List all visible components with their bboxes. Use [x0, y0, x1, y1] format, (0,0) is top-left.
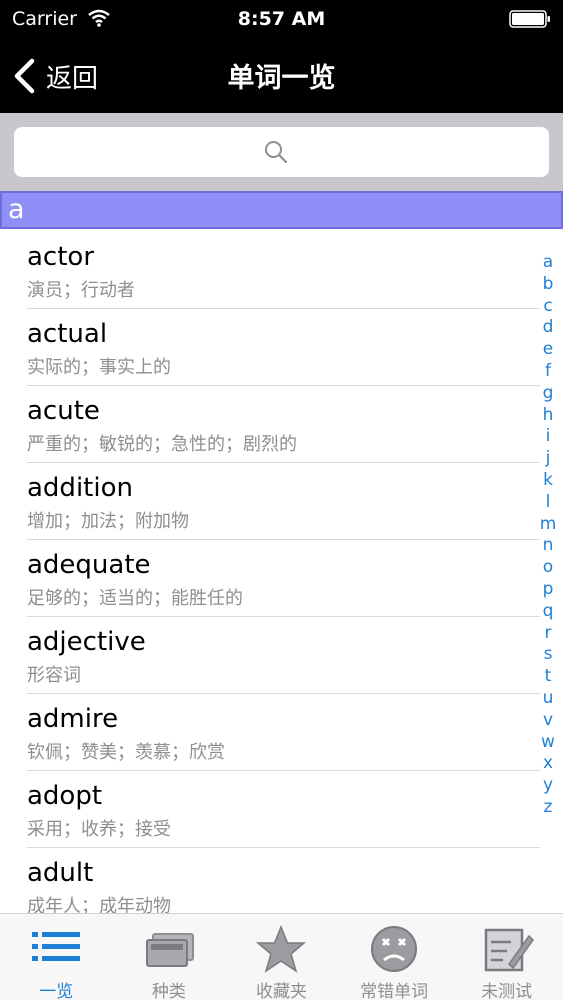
index-letter[interactable]: s [537, 644, 559, 666]
index-letter[interactable]: u [537, 688, 559, 710]
search-icon [265, 141, 288, 164]
status-bar: Carrier 8:57 AM [0, 0, 563, 40]
index-letter[interactable]: f [537, 361, 559, 383]
tab-label: 种类 [151, 982, 186, 1000]
index-letter[interactable]: n [537, 535, 559, 557]
index-letter[interactable]: l [537, 492, 559, 514]
index-letter[interactable]: i [537, 426, 559, 448]
index-letter[interactable]: b [537, 274, 559, 296]
word-text: admire [27, 704, 119, 734]
index-letter[interactable]: x [537, 753, 559, 775]
clock-label: 8:57 AM [237, 8, 326, 30]
index-letter[interactable]: p [537, 579, 559, 601]
word-text: adult [27, 858, 94, 888]
word-meaning: 实际的；事实上的 [27, 357, 171, 378]
tab-bar: 一览 种类 收藏夹 常错单词 未测试 [0, 913, 563, 1000]
tab-category[interactable]: 种类 [113, 914, 226, 1000]
word-row[interactable]: adequate 足够的；适当的；能胜任的 [0, 540, 540, 617]
tab-list[interactable]: 一览 [0, 914, 113, 1000]
word-row[interactable]: adult 成年人；成年动物 [0, 848, 540, 913]
word-text: acute [27, 396, 100, 426]
word-meaning: 采用；收养；接受 [27, 819, 171, 840]
index-letter[interactable]: h [537, 405, 559, 427]
index-letter[interactable]: y [537, 775, 559, 797]
page-title: 单词一览 [227, 63, 336, 94]
tab-label: 一览 [39, 982, 74, 1000]
edit-icon [484, 928, 534, 972]
cards-icon [145, 933, 194, 967]
list-icon [32, 932, 81, 961]
tab-label: 常错单词 [360, 982, 429, 1000]
word-text: actor [27, 242, 95, 272]
index-letter[interactable]: r [537, 623, 559, 645]
word-text: actual [27, 319, 108, 349]
index-letter[interactable]: v [537, 710, 559, 732]
tab-untested[interactable]: 未测试 [450, 914, 563, 1000]
word-text: addition [27, 473, 133, 503]
index-letter[interactable]: c [537, 296, 559, 318]
index-letter[interactable]: j [537, 448, 559, 470]
word-row[interactable]: admire 钦佩；赞美；羡慕；欣赏 [0, 694, 540, 771]
index-letter[interactable]: t [537, 666, 559, 688]
tab-favorites[interactable]: 收藏夹 [225, 914, 338, 1000]
word-meaning: 钦佩；赞美；羡慕；欣赏 [27, 742, 225, 763]
index-letter[interactable]: k [537, 470, 559, 492]
index-letter[interactable]: g [537, 383, 559, 405]
tab-label: 未测试 [481, 982, 533, 1000]
index-letter[interactable]: z [537, 797, 559, 819]
index-letter[interactable]: d [537, 317, 559, 339]
word-row[interactable]: acute 严重的；敏锐的；急性的；剧烈的 [0, 386, 540, 463]
word-row[interactable]: addition 增加；加法；附加物 [0, 463, 540, 540]
word-meaning: 足够的；适当的；能胜任的 [27, 588, 243, 609]
word-text: adjective [27, 627, 146, 657]
word-row[interactable]: adjective 形容词 [0, 617, 540, 694]
index-letter[interactable]: e [537, 339, 559, 361]
section-letter: a [8, 194, 25, 225]
star-icon [256, 925, 307, 973]
navigation-bar: 返回 单词一览 [0, 40, 563, 113]
word-list[interactable]: actor 演员；行动者 actual 实际的；事实上的 acute 严重的；敏… [0, 232, 563, 913]
alphabet-index[interactable]: a b c d e f g h i j k l m n o p q r s t … [537, 252, 559, 852]
word-row[interactable]: adopt 采用；收养；接受 [0, 771, 540, 848]
word-row[interactable]: actual 实际的；事实上的 [0, 309, 540, 386]
tab-label: 收藏夹 [255, 982, 307, 1000]
index-letter[interactable]: w [537, 732, 559, 754]
word-meaning: 形容词 [27, 665, 81, 686]
index-letter[interactable]: m [537, 514, 559, 536]
index-letter[interactable]: a [537, 252, 559, 274]
index-letter[interactable]: o [537, 557, 559, 579]
index-letter[interactable]: q [537, 601, 559, 623]
sad-face-icon [371, 926, 418, 972]
word-text: adequate [27, 550, 151, 580]
word-meaning: 严重的；敏锐的；急性的；剧烈的 [27, 434, 297, 455]
word-meaning: 演员；行动者 [27, 280, 135, 301]
word-text: adopt [27, 781, 103, 811]
tab-mistakes[interactable]: 常错单词 [338, 914, 451, 1000]
word-row[interactable]: actor 演员；行动者 [0, 232, 540, 309]
battery-icon [509, 10, 550, 28]
section-header: a [0, 191, 563, 229]
word-meaning: 成年人；成年动物 [27, 896, 171, 913]
word-meaning: 增加；加法；附加物 [27, 511, 189, 532]
